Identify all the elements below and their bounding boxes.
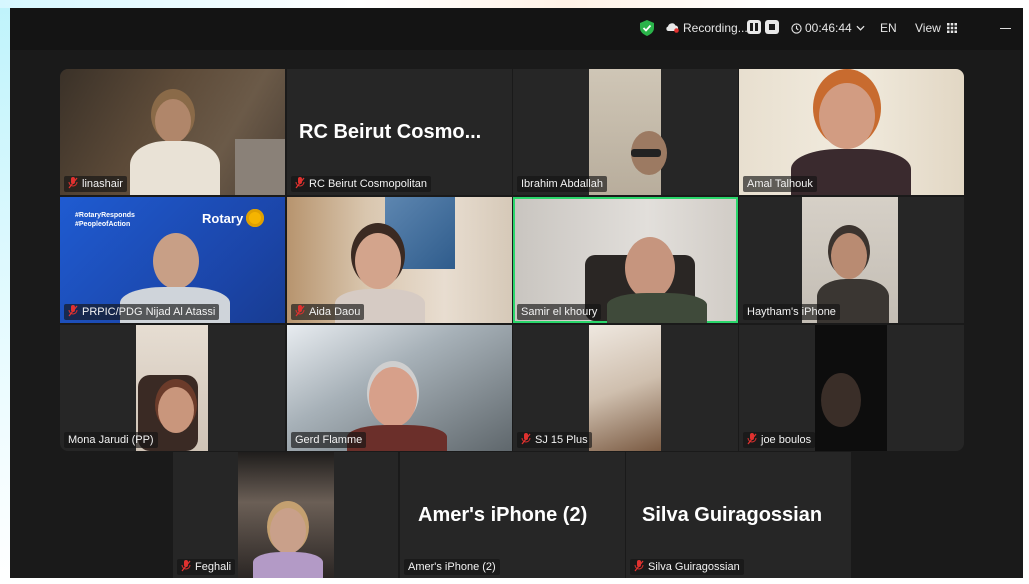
stop-recording-button[interactable] <box>765 20 779 34</box>
language-interpretation-button[interactable]: EN <box>880 19 897 37</box>
minimize-button[interactable] <box>1000 28 1011 29</box>
participant-tile-amers-iphone[interactable]: Amer's iPhone (2) Amer's iPhone (2) <box>400 452 625 578</box>
participant-name-label: Silva Guiragossian <box>630 559 744 575</box>
participant-video <box>589 325 661 451</box>
cloud-recording-icon <box>666 23 679 33</box>
banner-hashtag: #RotaryResponds <box>75 212 135 219</box>
muted-mic-icon <box>634 560 644 572</box>
participant-name-label: Gerd Flamme <box>291 432 367 448</box>
participant-head <box>153 233 199 289</box>
participant-name-label: Feghali <box>177 559 236 575</box>
participant-sunglasses <box>631 149 661 157</box>
participant-name-label: Amer's iPhone (2) <box>404 559 500 575</box>
participant-name-label: Haytham's iPhone <box>743 304 840 320</box>
muted-mic-icon <box>181 560 191 572</box>
muted-mic-icon <box>747 433 757 445</box>
rotary-logo-text: Rotary <box>202 211 244 226</box>
participant-head <box>831 233 867 279</box>
view-button[interactable]: View <box>915 19 941 37</box>
rotary-wheel-icon <box>246 209 264 227</box>
participant-tile-feghali[interactable]: Feghali <box>173 452 398 578</box>
meeting-top-bar: Recording... 00:46:44 EN View <box>10 8 1023 50</box>
participant-head <box>355 233 401 289</box>
participant-name-label: Samir el khoury <box>517 304 602 320</box>
participant-display-name: RC Beirut Cosmo... <box>299 121 482 143</box>
gallery-grid-icon[interactable] <box>947 23 957 33</box>
recording-label: Recording... <box>683 21 748 35</box>
participant-head <box>625 237 675 299</box>
participant-name-label: SJ 15 Plus <box>517 432 592 448</box>
participant-head <box>369 367 417 427</box>
participant-name-label: Aida Daou <box>291 304 365 320</box>
participant-tile-rc-beirut-cosmopolitan[interactable]: RC Beirut Cosmo... RC Beirut Cosmopolita… <box>287 69 512 195</box>
participant-tile-nijad-al-atassi[interactable]: #RotaryResponds #PeopleofAction Rotary P… <box>60 197 285 323</box>
participant-head <box>819 83 875 149</box>
participant-tile-samir-el-khoury[interactable]: Samir el khoury <box>513 197 738 323</box>
participant-name-label: joe boulos <box>743 432 816 448</box>
banner-hashtag: #PeopleofAction <box>75 221 131 228</box>
pause-recording-button[interactable] <box>747 20 761 34</box>
security-shield-icon[interactable] <box>640 20 654 36</box>
participant-name-label: Amal Talhouk <box>743 176 817 192</box>
participant-tile-ibrahim-abdallah[interactable]: Ibrahim Abdallah <box>513 69 738 195</box>
meeting-window: Recording... 00:46:44 EN View linashair … <box>10 8 1023 578</box>
muted-mic-icon <box>68 177 78 189</box>
muted-mic-icon <box>521 433 531 445</box>
participant-head <box>270 508 306 554</box>
participant-name-label: Mona Jarudi (PP) <box>64 432 158 448</box>
participant-head <box>821 373 861 427</box>
participant-head <box>155 99 191 143</box>
participant-head <box>158 387 194 433</box>
muted-mic-icon <box>68 305 78 317</box>
background-decoration-top <box>0 0 1029 8</box>
muted-mic-icon <box>295 305 305 317</box>
participant-tile-silva-guiragossian[interactable]: Silva Guiragossian Silva Guiragossian <box>626 452 851 578</box>
participant-name-label: linashair <box>64 176 127 192</box>
participant-name-label: Ibrahim Abdallah <box>517 176 607 192</box>
participant-body <box>130 141 220 195</box>
participant-tile-linashair[interactable]: linashair <box>60 69 285 195</box>
muted-mic-icon <box>295 177 305 189</box>
participant-tile-gerd-flamme[interactable]: Gerd Flamme <box>287 325 512 451</box>
participant-display-name: Silva Guiragossian <box>642 504 823 526</box>
participant-name-label: RC Beirut Cosmopolitan <box>291 176 431 192</box>
background-chair <box>235 139 285 195</box>
participant-body <box>253 552 323 578</box>
participant-tile-haythams-iphone[interactable]: Haytham's iPhone <box>739 197 964 323</box>
clock-icon <box>791 23 802 34</box>
participant-tile-aida-daou[interactable]: Aida Daou <box>287 197 512 323</box>
participant-tile-joe-boulos[interactable]: joe boulos <box>739 325 964 451</box>
participant-tile-amal-talhouk[interactable]: Amal Talhouk <box>739 69 964 195</box>
participant-tile-sj-15-plus[interactable]: SJ 15 Plus <box>513 325 738 451</box>
chevron-down-icon[interactable] <box>856 25 865 31</box>
meeting-timer: 00:46:44 <box>805 21 852 35</box>
participant-name-label: PRPIC/PDG Nijad Al Atassi <box>64 304 220 320</box>
participant-tile-mona-jarudi[interactable]: Mona Jarudi (PP) <box>60 325 285 451</box>
participant-body <box>607 293 707 323</box>
participant-display-name: Amer's iPhone (2) <box>418 504 588 526</box>
